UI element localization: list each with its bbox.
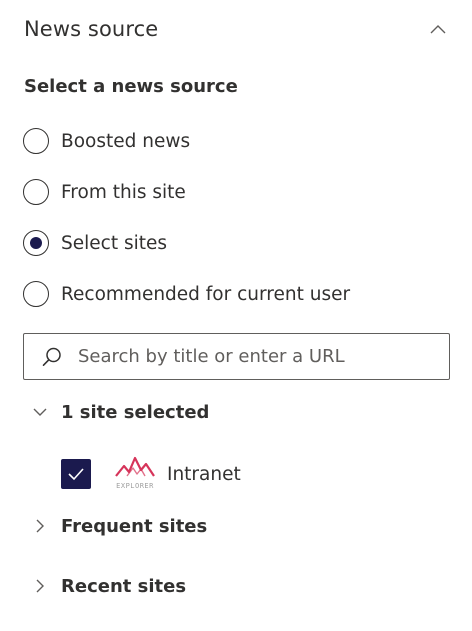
site-logo: EXPLORER	[113, 452, 157, 496]
recent-sites-label: Recent sites	[61, 575, 187, 597]
radio-recommended[interactable]: Recommended for current user	[23, 279, 350, 309]
news-source-group-label: Select a news source	[24, 76, 238, 97]
radio-circle[interactable]	[23, 128, 49, 154]
radio-label: Select sites	[61, 232, 168, 254]
selected-sites-toggle[interactable]: 1 site selected	[30, 397, 209, 427]
radio-select-sites[interactable]: Select sites	[23, 228, 167, 258]
checkmark-icon	[68, 468, 84, 481]
radio-boosted-news[interactable]: Boosted news	[23, 126, 190, 156]
site-search-box[interactable]	[23, 333, 450, 380]
site-checkbox[interactable]	[61, 459, 91, 489]
radio-circle-selected[interactable]	[23, 230, 49, 256]
chevron-right-icon	[30, 516, 50, 536]
frequent-sites-label: Frequent sites	[61, 515, 208, 537]
radio-label: From this site	[61, 181, 186, 203]
site-name: Intranet	[167, 463, 241, 485]
section-title: News source	[24, 17, 159, 41]
site-item-intranet[interactable]: EXPLORER Intranet	[61, 450, 241, 498]
chevron-up-icon	[430, 25, 446, 34]
radio-circle[interactable]	[23, 281, 49, 307]
radio-label: Boosted news	[61, 130, 191, 152]
site-search-input[interactable]	[78, 346, 428, 367]
radio-label: Recommended for current user	[61, 283, 351, 305]
frequent-sites-toggle[interactable]: Frequent sites	[30, 511, 207, 541]
chevron-right-icon	[30, 576, 50, 596]
search-icon	[40, 345, 64, 369]
chevron-down-icon	[30, 402, 50, 422]
recent-sites-toggle[interactable]: Recent sites	[30, 571, 186, 601]
selected-sites-label: 1 site selected	[61, 401, 210, 423]
news-source-panel: News source Select a news source Boosted…	[0, 0, 472, 631]
radio-circle[interactable]	[23, 179, 49, 205]
radio-selected-dot	[30, 237, 42, 249]
collapse-button[interactable]	[424, 15, 452, 43]
svg-text:EXPLORER: EXPLORER	[116, 482, 154, 490]
news-source-header[interactable]: News source	[24, 12, 452, 46]
radio-from-this-site[interactable]: From this site	[23, 177, 186, 207]
